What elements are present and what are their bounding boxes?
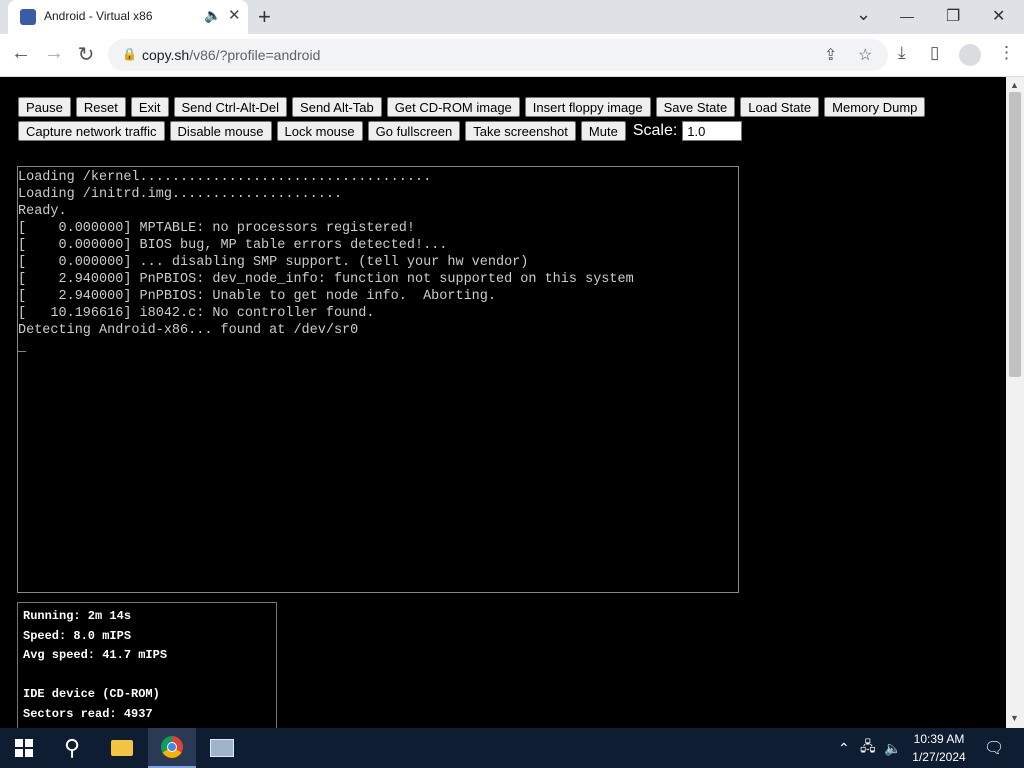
tab-title: Android - Virtual x86: [44, 9, 153, 23]
scroll-up-arrow-icon[interactable]: ▲: [1010, 80, 1019, 90]
forward-button[interactable]: →: [41, 42, 67, 65]
console-line: [ 10.196616] i8042.c: No controller foun…: [18, 306, 375, 321]
console-line: [ 2.940000] PnPBIOS: dev_node_info: func…: [18, 272, 634, 287]
windows-logo-icon: [15, 739, 33, 757]
console-cursor: _: [18, 340, 27, 355]
tab-audio-icon[interactable]: 🔈: [204, 7, 221, 24]
new-tab-button[interactable]: +: [258, 4, 271, 30]
console-line: Loading /initrd.img.....................: [18, 187, 343, 202]
reset-button[interactable]: Reset: [75, 97, 126, 117]
volume-icon[interactable]: 🔈: [884, 728, 901, 768]
take-screenshot-button[interactable]: Take screenshot: [465, 121, 576, 141]
v86-favicon-icon: [20, 9, 36, 25]
exit-button[interactable]: Exit: [130, 97, 169, 117]
chrome-taskbar-button[interactable]: [148, 728, 196, 768]
windows-taskbar: ⚲ ⌃ 🖧 🔈 10:39 AM 1/27/2024 🗨: [0, 728, 1024, 768]
emulator-screen[interactable]: Loading /kernel.........................…: [17, 166, 739, 593]
profile-avatar-icon[interactable]: [959, 44, 981, 66]
save-state-button[interactable]: Save State: [655, 97, 736, 117]
running-time: Running: 2m 14s: [23, 609, 132, 623]
send-ctrl-alt-del-button[interactable]: Send Ctrl-Alt-Del: [173, 97, 288, 117]
stats-spacer: [23, 666, 271, 686]
go-fullscreen-button[interactable]: Go fullscreen: [367, 121, 461, 141]
virtual-machine-icon: [210, 739, 234, 757]
chrome-icon: [161, 736, 183, 758]
disable-mouse-button[interactable]: Disable mouse: [169, 121, 272, 141]
url-path: /v86/?profile=android: [189, 47, 321, 63]
minimize-button[interactable]: —: [900, 8, 914, 24]
side-panel-icon[interactable]: ▯: [930, 43, 939, 63]
scroll-down-arrow-icon[interactable]: ▼: [1010, 713, 1019, 723]
avg-speed-stat: Avg speed: 41.7 mIPS: [23, 648, 168, 662]
notification-icon[interactable]: 🗨: [984, 738, 1004, 758]
url-text[interactable]: copy.sh/v86/?profile=android: [142, 47, 320, 63]
memory-dump-button[interactable]: Memory Dump: [824, 97, 926, 117]
url-host: copy.sh: [142, 47, 190, 63]
chrome-menu-icon[interactable]: ⋮: [998, 43, 1015, 63]
share-icon[interactable]: ⇪: [824, 45, 837, 65]
scale-label: Scale:: [632, 122, 678, 139]
address-bar[interactable]: 🔒 copy.sh/v86/?profile=android ⇪ ☆: [108, 39, 888, 71]
browser-toolbar: ← → ↻ 🔒 copy.sh/v86/?profile=android ⇪ ☆…: [0, 34, 1024, 77]
search-icon[interactable]: ⚲: [48, 728, 96, 768]
clock-time: 10:39 AM: [913, 732, 965, 746]
vm-app-button[interactable]: [198, 728, 246, 768]
ide-device-heading: IDE device (CD-ROM): [23, 687, 160, 701]
send-alt-tab-button[interactable]: Send Alt-Tab: [292, 97, 382, 117]
console-line: Ready.: [18, 204, 67, 219]
console-line: Loading /kernel.........................…: [18, 170, 432, 185]
folder-icon: [111, 740, 133, 756]
console-line: [ 0.000000] BIOS bug, MP table errors de…: [18, 238, 448, 253]
sectors-read-stat: Sectors read: 4937: [23, 706, 153, 721]
speed-stat: Speed: 8.0 mIPS: [23, 628, 132, 643]
taskbar-clock[interactable]: 10:39 AM 1/27/2024: [900, 730, 978, 766]
reload-button[interactable]: ↻: [73, 42, 99, 67]
console-line: [ 2.940000] PnPBIOS: Unable to get node …: [18, 289, 496, 304]
console-line: [ 0.000000] MPTABLE: no processors regis…: [18, 221, 415, 236]
tray-chevron-icon[interactable]: ⌃: [838, 728, 850, 768]
start-button[interactable]: [0, 728, 48, 768]
scale-input[interactable]: [682, 121, 743, 141]
page-content: Pause Reset Exit Send Ctrl-Alt-Del Send …: [0, 77, 1006, 728]
bookmark-star-icon[interactable]: ☆: [858, 45, 872, 65]
page-scrollbar[interactable]: ▲ ▼: [1006, 77, 1024, 728]
lock-mouse-button[interactable]: Lock mouse: [276, 121, 363, 141]
console-line: [ 0.000000] ... disabling SMP support. (…: [18, 255, 529, 270]
scrollbar-thumb[interactable]: [1009, 92, 1021, 377]
pause-button[interactable]: Pause: [18, 97, 71, 117]
browser-tab[interactable]: Android - Virtual x86 🔈 ✕: [8, 0, 248, 34]
network-icon[interactable]: 🖧: [860, 728, 876, 768]
tab-close-icon[interactable]: ✕: [228, 6, 241, 24]
control-row-2: Capture network traffic Disable mouse Lo…: [18, 121, 743, 141]
restore-button[interactable]: ❐: [946, 6, 960, 26]
control-row-1: Pause Reset Exit Send Ctrl-Alt-Del Send …: [18, 97, 926, 117]
lock-icon[interactable]: 🔒: [122, 47, 137, 61]
capture-network-traffic-button[interactable]: Capture network traffic: [18, 121, 165, 141]
get-cdrom-image-button[interactable]: Get CD-ROM image: [386, 97, 520, 117]
tab-search-chevron-icon[interactable]: ⌄: [856, 4, 871, 25]
load-state-button[interactable]: Load State: [740, 97, 820, 117]
insert-floppy-image-button[interactable]: Insert floppy image: [524, 97, 651, 117]
mute-button[interactable]: Mute: [580, 121, 626, 141]
runtime-stats-panel: Running: 2m 14s Speed: 8.0 mIPS Avg spee…: [17, 602, 277, 728]
download-icon[interactable]: ⤓: [898, 43, 906, 63]
window-close-button[interactable]: ✕: [992, 6, 1005, 26]
tab-strip: Android - Virtual x86 🔈 ✕ + ⌄ — ❐ ✕: [0, 0, 1024, 34]
console-line: Detecting Android-x86... found at /dev/s…: [18, 323, 359, 338]
file-explorer-button[interactable]: [98, 728, 146, 768]
clock-date: 1/27/2024: [912, 750, 966, 764]
back-button[interactable]: ←: [8, 42, 34, 65]
